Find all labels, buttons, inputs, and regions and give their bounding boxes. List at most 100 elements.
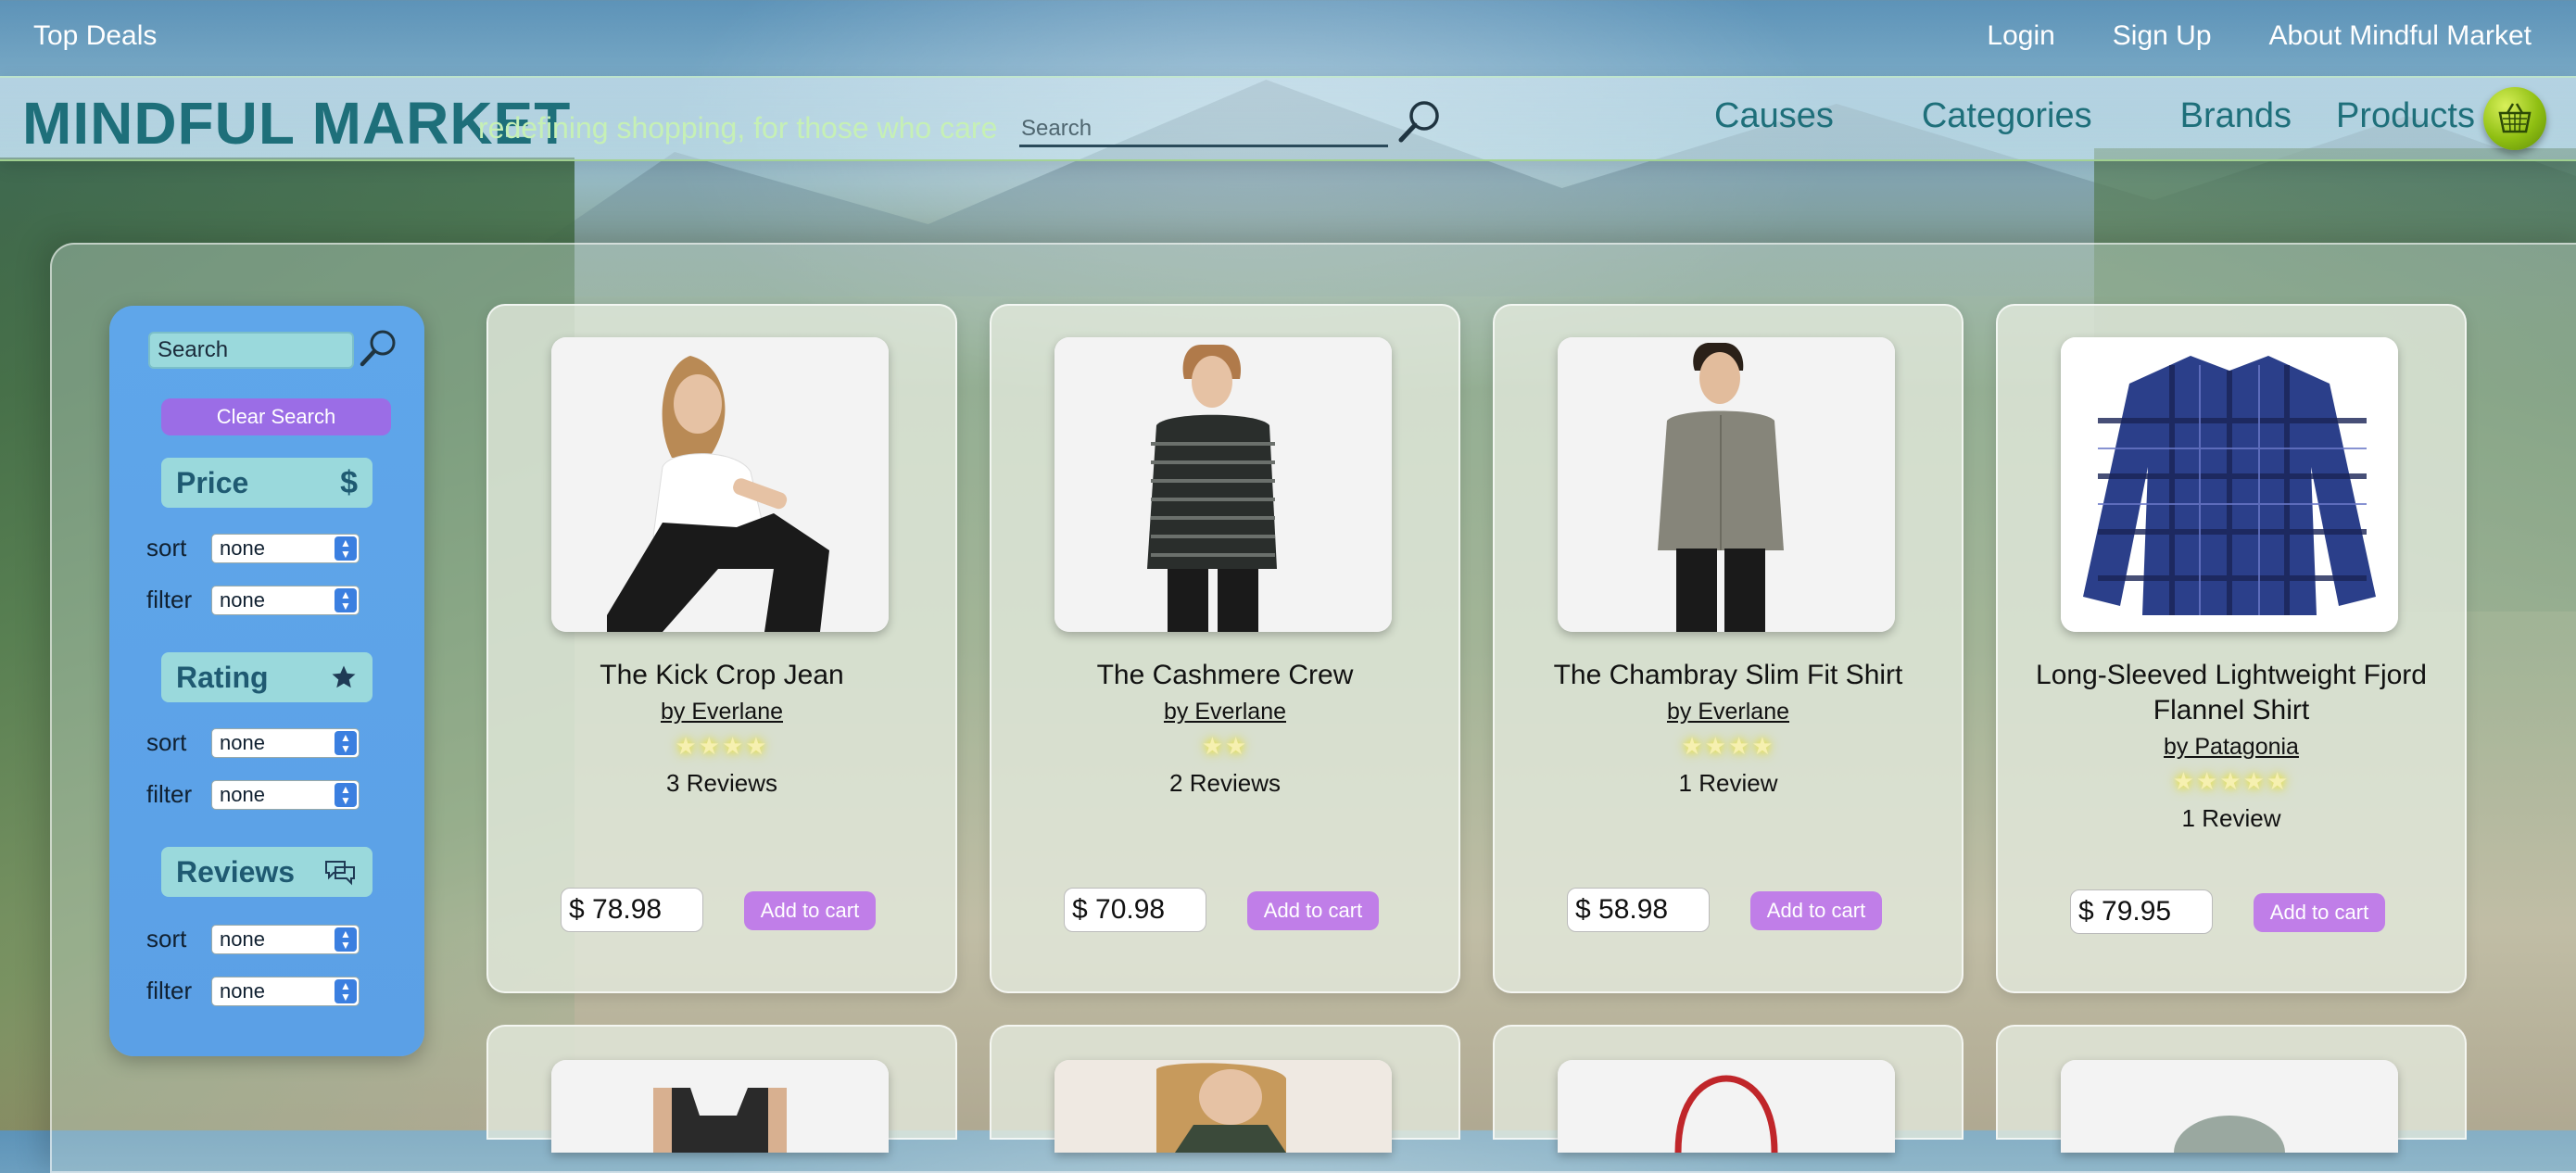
nav-causes[interactable]: Causes xyxy=(1714,96,1834,136)
price-sort-select[interactable]: none ▲ ▼ xyxy=(211,534,360,563)
price-field: $ 70.98 xyxy=(1064,888,1206,932)
top-bar: Top Deals Login Sign Up About Mindful Ma… xyxy=(0,0,2576,76)
rating-sort-label: sort xyxy=(146,728,187,756)
rating-sort-value: none xyxy=(220,731,265,754)
sidebar-search-input[interactable] xyxy=(150,334,352,367)
price-section-header[interactable]: Price $ xyxy=(161,458,373,508)
add-to-cart-button[interactable]: Add to cart xyxy=(744,891,876,930)
select-caret-icon: ▲ ▼ xyxy=(335,783,357,807)
magnifier-icon[interactable] xyxy=(1394,96,1446,148)
reviews-filter-select[interactable]: none ▲ ▼ xyxy=(211,977,360,1006)
cart-button[interactable] xyxy=(2483,87,2546,150)
product-card[interactable] xyxy=(1996,1025,2467,1153)
rating-section-header[interactable]: Rating xyxy=(161,652,373,702)
header-search-input[interactable] xyxy=(1019,113,1392,145)
product-card[interactable] xyxy=(1493,1025,1964,1153)
product-card[interactable] xyxy=(486,1025,957,1153)
header-search xyxy=(1019,113,1392,147)
login-link[interactable]: Login xyxy=(1987,20,2054,52)
rating-section-title: Rating xyxy=(176,660,269,694)
flannel-shirt-photo xyxy=(2061,337,2398,632)
product-card[interactable]: The Cashmere Crew by Everlane ★★ 2 Revie… xyxy=(990,304,1460,993)
reviews-filter-label: filter xyxy=(146,977,193,1004)
reviews-filter-value: none xyxy=(220,979,265,1003)
product-name[interactable]: The Kick Crop Jean xyxy=(507,658,937,693)
star-rating: ★★ xyxy=(1201,732,1249,760)
account-links: Login Sign Up About Mindful Market xyxy=(1987,20,2532,52)
search-icon[interactable] xyxy=(356,326,400,371)
top-deals-link[interactable]: Top Deals xyxy=(33,20,157,52)
model-photo xyxy=(1054,337,1392,632)
price-sort-value: none xyxy=(220,536,265,560)
reviews-section-header[interactable]: Reviews xyxy=(161,847,373,897)
model-photo xyxy=(551,337,889,632)
nav-brands[interactable]: Brands xyxy=(2180,96,2292,136)
product-brand-link[interactable]: by Everlane xyxy=(488,699,955,725)
add-to-cart-button[interactable]: Add to cart xyxy=(1750,891,1882,930)
rating-sort-select[interactable]: none ▲ ▼ xyxy=(211,728,360,758)
chat-bubbles-icon xyxy=(325,861,355,886)
price-field: $ 79.95 xyxy=(2070,889,2213,934)
rating-filter-select[interactable]: none ▲ ▼ xyxy=(211,780,360,810)
product-card[interactable]: Long-Sleeved Lightweight Fjord Flannel S… xyxy=(1996,304,2467,993)
sidebar-search xyxy=(148,332,354,369)
product-image[interactable] xyxy=(1558,1060,1895,1153)
add-to-cart-button[interactable]: Add to cart xyxy=(1247,891,1379,930)
product-brand-link[interactable]: by Everlane xyxy=(991,699,1458,725)
product-image[interactable] xyxy=(2061,1060,2398,1153)
model-photo xyxy=(1054,1060,1392,1153)
site-header: MINDFUL MARKET redefining shopping, for … xyxy=(0,76,2576,161)
tagline: redefining shopping, for those who care xyxy=(478,111,998,145)
add-to-cart-button[interactable]: Add to cart xyxy=(2254,893,2385,932)
product-brand-link[interactable]: by Patagonia xyxy=(1998,734,2465,761)
basket-icon xyxy=(2498,103,2532,133)
price-filter-label: filter xyxy=(146,586,193,613)
product-image[interactable] xyxy=(1054,1060,1392,1153)
price-section-title: Price xyxy=(176,465,249,499)
price-filter-value: none xyxy=(220,588,265,612)
nav-categories[interactable]: Categories xyxy=(1922,96,2092,136)
review-count[interactable]: 1 Review xyxy=(1495,769,1962,798)
review-count[interactable]: 1 Review xyxy=(1998,804,2465,833)
reviews-sort-select[interactable]: none ▲ ▼ xyxy=(211,925,360,954)
bag-photo xyxy=(1558,1060,1895,1153)
beanie-photo xyxy=(2061,1060,2398,1153)
nav-products[interactable]: Products xyxy=(2336,96,2475,136)
price-sort-label: sort xyxy=(146,534,187,561)
rating-filter-label: filter xyxy=(146,780,193,808)
product-image[interactable] xyxy=(551,337,889,632)
reviews-sort-value: none xyxy=(220,927,265,951)
price-field: $ 58.98 xyxy=(1567,888,1710,932)
about-link[interactable]: About Mindful Market xyxy=(2269,20,2532,52)
signup-link[interactable]: Sign Up xyxy=(2113,20,2212,52)
product-image[interactable] xyxy=(2061,337,2398,632)
product-name[interactable]: The Chambray Slim Fit Shirt xyxy=(1513,658,1943,693)
star-rating: ★★★★ xyxy=(675,732,769,760)
product-name[interactable]: Long-Sleeved Lightweight Fjord Flannel S… xyxy=(2016,658,2446,728)
product-card[interactable] xyxy=(990,1025,1460,1153)
price-filter-select[interactable]: none ▲ ▼ xyxy=(211,586,360,615)
product-image[interactable] xyxy=(1054,337,1392,632)
select-caret-icon: ▲ ▼ xyxy=(335,927,357,952)
select-caret-icon: ▲ ▼ xyxy=(335,588,357,612)
product-name[interactable]: The Cashmere Crew xyxy=(1010,658,1440,693)
select-caret-icon: ▲ ▼ xyxy=(335,536,357,561)
tank-top-photo xyxy=(551,1060,889,1153)
star-rating: ★★★★ xyxy=(1681,732,1775,760)
filter-sidebar: Clear Search Price $ sort none ▲▼ filter… xyxy=(109,306,424,1056)
clear-search-button[interactable]: Clear Search xyxy=(161,398,391,435)
select-caret-icon: ▲ ▼ xyxy=(335,731,357,755)
product-card[interactable]: The Kick Crop Jean by Everlane ★★★★ 3 Re… xyxy=(486,304,957,993)
review-count[interactable]: 3 Reviews xyxy=(488,769,955,798)
review-count[interactable]: 2 Reviews xyxy=(991,769,1458,798)
main-nav: Causes Categories Brands Products xyxy=(1714,96,2475,136)
product-brand-link[interactable]: by Everlane xyxy=(1495,699,1962,725)
product-image[interactable] xyxy=(551,1060,889,1153)
star-rating: ★★★★★ xyxy=(2172,767,2291,795)
product-card[interactable]: The Chambray Slim Fit Shirt by Everlane … xyxy=(1493,304,1964,993)
product-image[interactable] xyxy=(1558,337,1895,632)
select-caret-icon: ▲ ▼ xyxy=(335,979,357,1003)
rating-filter-value: none xyxy=(220,783,265,806)
star-icon xyxy=(332,665,356,688)
reviews-section-title: Reviews xyxy=(176,854,296,889)
